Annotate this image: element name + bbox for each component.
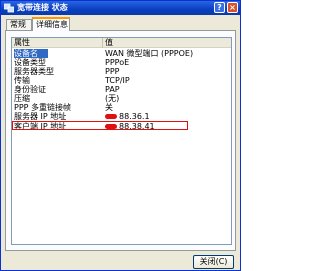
column-header-property[interactable]: 属性 [12,38,103,48]
close-button[interactable]: 关闭(C) [193,255,234,269]
highlight-annotation [12,121,188,130]
row-key: 设备名 [14,49,48,58]
row-value: PPPoE [105,58,130,67]
window-close-button[interactable]: × [227,2,238,13]
list-row[interactable]: 身份验证 PAP [12,85,231,94]
row-value: TCP/IP [105,76,130,85]
status-dialog: 宽带连接 状态 ? × 常规 详细信息 属性 值 设备名 WAN 微型端口 (P… [0,0,241,271]
list-row[interactable]: 服务器 IP 地址 88.36.1 [12,112,231,121]
row-value: 关 [105,103,113,112]
row-key: 设备类型 [14,58,46,67]
row-value: PAP [105,85,120,94]
row-value: WAN 微型端口 (PPPOE) [105,49,194,58]
server-ip-value: 88.36.1 [119,112,150,121]
redaction-mark [105,114,117,119]
list-row[interactable]: 服务器类型 PPP [12,67,231,76]
list-row[interactable]: 设备类型 PPPoE [12,58,231,67]
list-row[interactable]: PPP 多重链接帧 关 [12,103,231,112]
row-key: PPP 多重链接帧 [14,103,72,112]
row-value: 88.36.1 [105,112,229,121]
list-row[interactable]: 压缩 (无) [12,94,231,103]
row-key: 身份验证 [14,85,46,94]
row-value: (无) [105,94,120,103]
row-key: 服务器 IP 地址 [14,112,67,121]
row-key: 传输 [14,76,30,85]
row-key: 服务器类型 [14,67,54,76]
column-header-value[interactable]: 值 [103,38,231,48]
list-header: 属性 值 [12,38,231,48]
network-connection-icon [4,3,14,13]
title-bar[interactable]: 宽带连接 状态 ? × [1,1,240,15]
list-row[interactable]: 传输 TCP/IP [12,76,231,85]
tab-details[interactable]: 详细信息 [32,17,70,31]
list-row[interactable]: 设备名 WAN 微型端口 (PPPOE) [12,49,231,58]
row-value: PPP [105,67,120,76]
window-title: 宽带连接 状态 [17,3,68,12]
properties-list[interactable]: 属性 值 设备名 WAN 微型端口 (PPPOE) 设备类型 PPPoE 服务器… [11,37,232,245]
help-button[interactable]: ? [214,2,225,13]
row-key: 压缩 [14,94,30,103]
details-panel: 属性 值 设备名 WAN 微型端口 (PPPOE) 设备类型 PPPoE 服务器… [5,30,236,251]
